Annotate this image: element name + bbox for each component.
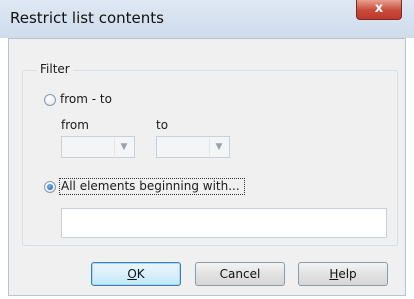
chevron-down-icon[interactable]: ▼ — [209, 138, 228, 156]
from-dropdown[interactable]: ▼ — [61, 136, 135, 158]
title-bar: Restrict list contents x — [0, 0, 414, 38]
close-button[interactable]: x — [356, 0, 402, 20]
filter-group-label: Filter — [37, 62, 73, 76]
ok-label-rest: K — [136, 267, 145, 281]
chevron-down-icon[interactable]: ▼ — [114, 138, 133, 156]
radio-from-to-label[interactable]: from - to — [60, 92, 112, 106]
help-mnemonic: H — [329, 267, 339, 281]
help-button[interactable]: Help — [298, 262, 388, 286]
ok-button[interactable]: OK — [91, 262, 181, 286]
from-label: from — [61, 118, 89, 132]
dialog-title: Restrict list contents — [10, 9, 164, 27]
radio-begins-with[interactable] — [44, 181, 56, 193]
to-label: to — [156, 118, 169, 132]
radio-from-to[interactable] — [44, 94, 56, 106]
to-dropdown[interactable]: ▼ — [156, 136, 230, 158]
restrict-list-dialog: Restrict list contents x Filter from - t… — [0, 0, 414, 299]
radio-begins-with-label[interactable]: All elements beginning with... — [61, 179, 240, 193]
help-label-rest: elp — [338, 267, 357, 281]
cancel-button[interactable]: Cancel — [195, 262, 285, 286]
cancel-label: Cancel — [219, 267, 261, 281]
ok-mnemonic: O — [127, 267, 137, 281]
prefix-input[interactable] — [61, 208, 387, 238]
close-icon: x — [374, 1, 384, 16]
